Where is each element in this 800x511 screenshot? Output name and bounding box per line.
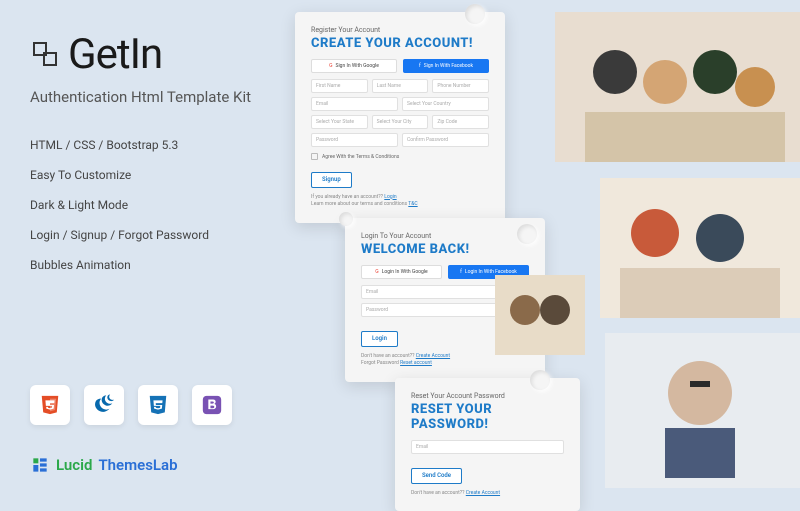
feature-item: HTML / CSS / Bootstrap 5.3: [30, 138, 270, 152]
signup-pretitle: Register Your Account: [311, 26, 489, 34]
feature-list: HTML / CSS / Bootstrap 5.3 Easy To Custo…: [30, 138, 270, 272]
send-code-button[interactable]: Send Code: [411, 468, 462, 484]
reset-link[interactable]: Reset account: [400, 360, 432, 366]
facebook-signin-button[interactable]: fSign In With Facebook: [403, 59, 489, 73]
terms-checkbox[interactable]: [311, 153, 318, 160]
state-select[interactable]: Select Your State: [311, 115, 368, 129]
brand-left: Lucid: [56, 456, 92, 474]
signup-button[interactable]: Signup: [311, 172, 352, 188]
tc-link[interactable]: T&C: [408, 201, 417, 207]
tech-badges: [30, 385, 232, 425]
signup-footer: If you already have an account?? Login L…: [311, 194, 489, 209]
reset-footer: Don't have an account?? Create Account: [411, 490, 564, 498]
phone-field[interactable]: Phone Number: [432, 79, 489, 93]
css3-badge: [138, 385, 178, 425]
login-link[interactable]: Login: [384, 194, 396, 200]
feature-item: Easy To Customize: [30, 168, 270, 182]
login-title: WELCOME BACK!: [361, 242, 529, 257]
brand-name: GetIn: [68, 30, 162, 79]
logo: GetIn: [30, 30, 270, 79]
brand-right: ThemesLab: [98, 456, 177, 474]
first-name-field[interactable]: First Name: [311, 79, 368, 93]
signup-title: CREATE YOUR ACCOUNT!: [311, 36, 489, 51]
google-signin-button[interactable]: GSign In With Google: [311, 59, 397, 73]
feature-item: Login / Signup / Forgot Password: [30, 228, 270, 242]
subtitle: Authentication Html Template Kit: [30, 87, 270, 108]
logo-icon: [30, 39, 62, 71]
terms-label: Agree With the Terms & Conditions: [322, 154, 399, 160]
feature-item: Dark & Light Mode: [30, 198, 270, 212]
login-button[interactable]: Login: [361, 331, 398, 347]
country-select[interactable]: Select Your Country: [402, 97, 489, 111]
signup-card: Register Your Account CREATE YOUR ACCOUN…: [295, 12, 505, 223]
reset-card: Reset Your Account Password RESET YOUR P…: [395, 378, 580, 511]
hero-photo-2: [600, 178, 800, 318]
reset-title: RESET YOUR PASSWORD!: [411, 402, 564, 432]
reset-email-field[interactable]: Email: [411, 440, 564, 454]
hero-photo-1: [555, 12, 800, 162]
jquery-badge: [84, 385, 124, 425]
city-select[interactable]: Select Your City: [372, 115, 429, 129]
google-login-button[interactable]: GLogin In With Google: [361, 265, 442, 279]
last-name-field[interactable]: Last Name: [372, 79, 429, 93]
html5-badge: [30, 385, 70, 425]
create-account-link[interactable]: Create Account: [416, 353, 450, 359]
brand-icon: [30, 455, 50, 475]
email-field[interactable]: Email: [311, 97, 398, 111]
reset-pretitle: Reset Your Account Password: [411, 392, 564, 400]
feature-item: Bubbles Animation: [30, 258, 270, 272]
hero-photo-3: [495, 275, 585, 355]
reset-create-link[interactable]: Create Account: [466, 490, 500, 496]
password-field[interactable]: Password: [311, 133, 398, 147]
hero-photo-4: [605, 333, 800, 488]
zip-field[interactable]: Zip Code: [432, 115, 489, 129]
bootstrap-badge: [192, 385, 232, 425]
login-pretitle: Login To Your Account: [361, 232, 529, 240]
confirm-password-field[interactable]: Confirm Password: [402, 133, 489, 147]
footer-brand: Lucid ThemesLab: [30, 455, 178, 475]
